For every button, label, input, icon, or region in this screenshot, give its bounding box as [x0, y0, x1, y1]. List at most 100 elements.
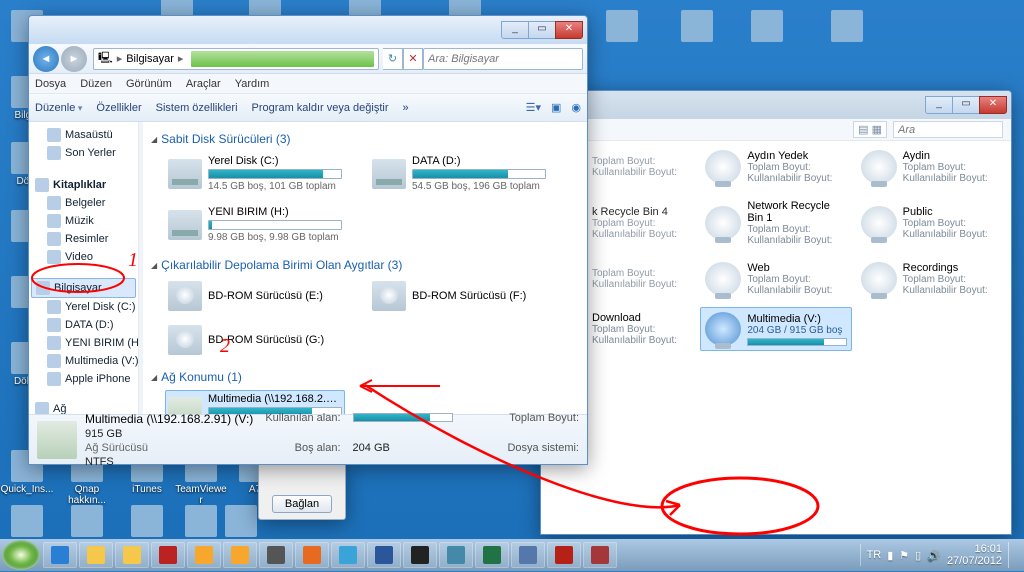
- details-total-value: 915 GB: [85, 428, 122, 440]
- nav-lib[interactable]: Resimler: [31, 230, 136, 248]
- menu-düzen[interactable]: Düzen: [80, 78, 112, 90]
- desktop-icon[interactable]: [820, 10, 874, 44]
- address-bar[interactable]: 🖳 ▸ Bilgisayar ▸: [93, 48, 379, 70]
- taskbar: TR ▮ ⚑ ▯ 🔊 16:01 27/07/2012: [0, 539, 1024, 571]
- taskbar-app-word[interactable]: [367, 542, 401, 568]
- titlebar[interactable]: _ ▭ ✕: [29, 16, 587, 44]
- lang-indicator[interactable]: TR: [867, 549, 882, 561]
- view-toggle-icon[interactable]: ▤ ▦: [853, 121, 887, 138]
- network-share-icon: [861, 262, 897, 296]
- network-share-item[interactable]: AydinToplam Boyut:Kullanılabilir Boyut:: [856, 145, 1007, 189]
- taskbar-app-olk[interactable]: [187, 542, 221, 568]
- close-button[interactable]: ✕: [979, 96, 1007, 114]
- tray-volume-icon[interactable]: 🔊: [927, 549, 941, 562]
- details-free-value: 204 GB: [353, 442, 453, 454]
- nav-lib[interactable]: Müzik: [31, 212, 136, 230]
- nav-libraries[interactable]: Kitaplıklar: [31, 174, 136, 194]
- taskbar-app-folder[interactable]: [79, 542, 113, 568]
- drive-item[interactable]: BD-ROM Sürücüsü (G:): [165, 322, 345, 358]
- stop-button[interactable]: ✕: [403, 48, 423, 70]
- search-input[interactable]: [893, 121, 1003, 138]
- nav-drive[interactable]: Multimedia (V:): [31, 352, 136, 370]
- taskbar-app-cam[interactable]: [259, 542, 293, 568]
- taskbar-app-pdf[interactable]: [547, 542, 581, 568]
- start-button[interactable]: [2, 540, 40, 570]
- drive-item[interactable]: BD-ROM Sürücüsü (F:): [369, 278, 549, 314]
- minimize-button[interactable]: _: [925, 96, 953, 114]
- close-button[interactable]: ✕: [555, 21, 583, 39]
- nav-drive[interactable]: DATA (D:): [31, 316, 136, 334]
- forward-button[interactable]: ►: [61, 46, 87, 72]
- section-header[interactable]: Çıkarılabilir Depolama Birimi Olan Aygıt…: [151, 254, 579, 276]
- menu-görünüm[interactable]: Görünüm: [126, 78, 172, 90]
- taskbar-app-snip[interactable]: [439, 542, 473, 568]
- network-share-icon: [705, 206, 741, 240]
- network-share-item[interactable]: Multimedia (V:)204 GB / 915 GB boş: [700, 307, 851, 351]
- taskbar-app-cmd[interactable]: [403, 542, 437, 568]
- tray-network-icon[interactable]: ▯: [915, 549, 921, 562]
- menu-araçlar[interactable]: Araçlar: [186, 78, 221, 90]
- desktop-icon[interactable]: [595, 10, 649, 44]
- address-progress: [191, 51, 374, 67]
- system-properties-button[interactable]: Sistem özellikleri: [156, 102, 238, 114]
- tray-action-icon[interactable]: ⚑: [899, 549, 909, 562]
- help-icon[interactable]: ◉: [571, 101, 581, 114]
- maximize-button[interactable]: ▭: [528, 21, 556, 39]
- taskbar-app-acc[interactable]: [583, 542, 617, 568]
- clock-date[interactable]: 27/07/2012: [947, 555, 1002, 567]
- back-button[interactable]: ◄: [33, 46, 59, 72]
- drive-item[interactable]: DATA (D:)54.5 GB boş, 196 GB toplam: [369, 152, 549, 195]
- taskbar-app-itunes[interactable]: [331, 542, 365, 568]
- nav-drive[interactable]: Yerel Disk (C:): [31, 298, 136, 316]
- minimize-button[interactable]: _: [501, 21, 529, 39]
- taskbar-app-folder[interactable]: [115, 542, 149, 568]
- organize-menu[interactable]: Düzenle: [35, 102, 82, 114]
- drive-item[interactable]: Yerel Disk (C:)14.5 GB boş, 101 GB topla…: [165, 152, 345, 195]
- menu-dosya[interactable]: Dosya: [35, 78, 66, 90]
- section-header[interactable]: Ağ Konumu (1): [151, 366, 579, 388]
- desktop-icon[interactable]: [0, 505, 54, 539]
- explorer-window-network: _ ▭ ✕ ▤ ▦ Toplam Boyut:Kullanılabilir Bo…: [540, 90, 1012, 535]
- desktop-icon[interactable]: [670, 10, 724, 44]
- taskbar-app-live[interactable]: [223, 542, 257, 568]
- network-share-icon: [705, 312, 741, 346]
- nav-computer[interactable]: Bilgisayar: [31, 278, 136, 298]
- nav-lib[interactable]: Video: [31, 248, 136, 266]
- desktop-icon[interactable]: [740, 10, 794, 44]
- taskbar-app-fz[interactable]: [151, 542, 185, 568]
- nav-drive[interactable]: YENI BIRIM (H:): [31, 334, 136, 352]
- nav-lib[interactable]: Belgeler: [31, 194, 136, 212]
- network-share-item[interactable]: RecordingsToplam Boyut:Kullanılabilir Bo…: [856, 257, 1007, 301]
- refresh-button[interactable]: ↻: [383, 48, 403, 70]
- properties-button[interactable]: Özellikler: [96, 102, 141, 114]
- search-input[interactable]: [423, 48, 583, 70]
- view-options-icon[interactable]: ☰▾: [526, 101, 541, 114]
- section-header[interactable]: Sabit Disk Sürücüleri (3): [151, 128, 579, 150]
- menu-yardım[interactable]: Yardım: [235, 78, 270, 90]
- connect-button[interactable]: Bağlan: [272, 495, 332, 513]
- tray-flag-icon[interactable]: ▮: [887, 549, 893, 562]
- hdd-drive-icon: [168, 210, 202, 240]
- taskbar-app-far[interactable]: [511, 542, 545, 568]
- nav-drive[interactable]: Apple iPhone: [31, 370, 136, 388]
- uninstall-button[interactable]: Program kaldır veya değiştir: [252, 102, 389, 114]
- overflow-button[interactable]: »: [403, 102, 409, 114]
- network-share-item[interactable]: Aydın YedekToplam Boyut:Kullanılabilir B…: [700, 145, 851, 189]
- maximize-button[interactable]: ▭: [952, 96, 980, 114]
- drive-item[interactable]: BD-ROM Sürücüsü (E:): [165, 278, 345, 314]
- network-share-item[interactable]: WebToplam Boyut:Kullanılabilir Boyut:: [700, 257, 851, 301]
- nav-fav[interactable]: Son Yerler: [31, 144, 136, 162]
- nav-fav[interactable]: Masaüstü: [31, 126, 136, 144]
- drive-item[interactable]: Multimedia (\\192.168.2.91) (V:)204 GB b…: [165, 390, 345, 414]
- clock-time[interactable]: 16:01: [947, 543, 1002, 555]
- titlebar[interactable]: _ ▭ ✕: [541, 91, 1011, 119]
- address-segment[interactable]: Bilgisayar: [126, 53, 174, 65]
- preview-pane-icon[interactable]: ▣: [551, 101, 561, 114]
- network-share-item[interactable]: PublicToplam Boyut:Kullanılabilir Boyut:: [856, 195, 1007, 251]
- show-desktop-button[interactable]: [1008, 542, 1016, 568]
- taskbar-app-excel[interactable]: [475, 542, 509, 568]
- drive-item[interactable]: YENI BIRIM (H:)9.98 GB boş, 9.98 GB topl…: [165, 203, 345, 246]
- taskbar-app-ie[interactable]: [43, 542, 77, 568]
- network-share-item[interactable]: Network Recycle Bin 1Toplam Boyut:Kullan…: [700, 195, 851, 251]
- taskbar-app-ff[interactable]: [295, 542, 329, 568]
